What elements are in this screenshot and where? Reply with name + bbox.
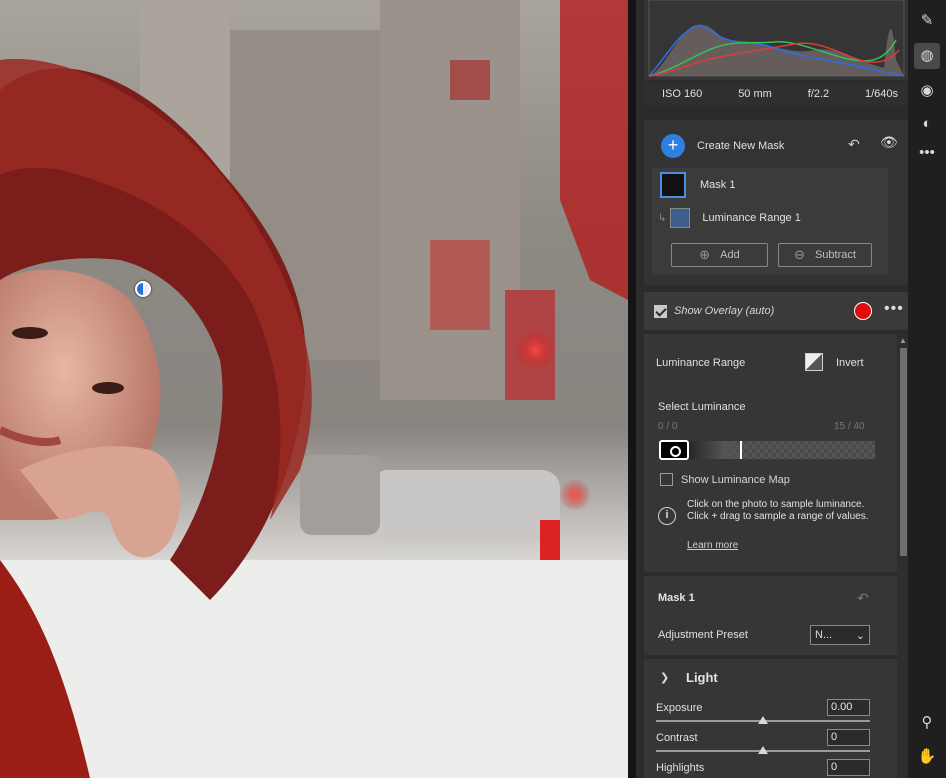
reset-icon[interactable]: ↶ [848, 136, 860, 153]
red-eye-icon[interactable]: ◉ [914, 78, 940, 104]
luminance-range-slider[interactable] [659, 440, 875, 460]
masking-icon[interactable]: ◍ [914, 43, 940, 69]
invert-label[interactable]: Invert [836, 357, 864, 369]
overlay-color-swatch[interactable] [854, 302, 872, 320]
highlights-label: Highlights [656, 762, 705, 774]
contrast-label: Contrast [656, 732, 698, 744]
show-overlay-label: Show Overlay (auto) [674, 305, 775, 317]
mask-thumbnail [660, 172, 686, 198]
exposure-label: Exposure [656, 702, 703, 714]
more-icon[interactable]: ••• [914, 140, 940, 166]
luminance-range-left-handle[interactable] [659, 440, 689, 460]
adjustment-preset-value: N... [815, 629, 833, 641]
subtract-button[interactable]: ⊖ Subtract [778, 243, 872, 267]
luminance-range-right-value: 15 / 40 [834, 421, 865, 432]
contrast-slider[interactable] [656, 746, 870, 754]
exif-focal-length: 50 mm [738, 88, 772, 100]
luminance-range-panel: Luminance Range Invert Select Luminance … [644, 334, 897, 572]
show-luminance-map-label: Show Luminance Map [681, 473, 790, 486]
right-panel: ISO 160 50 mm f/2.2 1/640s + Create New … [628, 0, 916, 778]
adjustment-preset-select[interactable]: N... ⌄ [810, 625, 870, 645]
hand-icon[interactable]: ✋ [914, 744, 940, 770]
sub-mask-arrow-icon: ↳ [658, 212, 667, 224]
histogram-graph [648, 0, 905, 77]
chevron-down-icon: ⌄ [855, 629, 865, 642]
mask-settings-panel: Mask 1 ↶ Adjustment Preset N... ⌄ [644, 576, 897, 655]
mask-item-label: Luminance Range 1 [702, 212, 801, 224]
presets-icon[interactable]: ◐ [914, 111, 940, 137]
luminance-range-left-value: 0 / 0 [658, 421, 678, 432]
show-overlay-checkbox[interactable] [654, 304, 667, 318]
exif-aperture: f/2.2 [807, 88, 830, 100]
luminance-range-title: Luminance Range [656, 357, 746, 369]
plus-icon: + [661, 134, 685, 158]
photo-canvas[interactable] [0, 0, 628, 778]
create-new-mask-button[interactable]: + Create New Mask [661, 134, 784, 158]
show-luminance-map-row[interactable]: Show Luminance Map [660, 473, 790, 486]
mask-item-mask-1[interactable]: Mask 1 [652, 170, 888, 200]
contrast-slider-thumb[interactable] [758, 746, 768, 754]
add-mask-icon: ⊕ [699, 247, 711, 262]
masks-panel: + Create New Mask ↶ 👁 Mask 1 ↳ Luminance… [644, 120, 916, 285]
select-luminance-label: Select Luminance [658, 401, 746, 413]
chevron-down-icon[interactable]: ❯ [660, 671, 669, 684]
subtract-mask-icon: ⊖ [794, 247, 805, 262]
overlay-bar: Show Overlay (auto) ••• [644, 292, 916, 330]
invert-icon[interactable] [805, 353, 823, 371]
create-new-mask-label: Create New Mask [697, 140, 785, 152]
luminance-info-text: Click on the photo to sample luminance. … [687, 499, 869, 522]
right-toolbar: ✎ ◍ ◉ ◐ ••• ⚲ ✋ [908, 0, 946, 778]
exif-shutter: 1/640s [865, 88, 899, 100]
light-panel: ❯ Light Exposure 0.00 Contrast 0 Highlig… [644, 659, 897, 778]
exposure-slider[interactable] [656, 716, 870, 724]
light-section-title[interactable]: Light [686, 670, 718, 685]
luminance-range-thumbnail [670, 208, 691, 228]
contrast-value-input[interactable]: 0 [827, 729, 870, 746]
exposure-slider-thumb[interactable] [758, 716, 768, 724]
luminance-range-right-handle[interactable] [740, 441, 742, 459]
scrollbar-thumb[interactable] [900, 348, 907, 556]
more-options-icon[interactable]: ••• [884, 300, 904, 318]
highlights-value-input[interactable]: 0 [827, 759, 870, 776]
subtract-button-label: Subtract [814, 249, 856, 261]
histogram [644, 0, 916, 80]
add-button-label: Add [720, 249, 740, 261]
mask-settings-title: Mask 1 [658, 592, 695, 604]
mask-item-label: Mask 1 [700, 179, 736, 191]
add-button[interactable]: ⊕ Add [671, 243, 768, 267]
zoom-icon[interactable]: ⚲ [914, 710, 940, 736]
exposure-value-input[interactable]: 0.00 [827, 699, 870, 716]
healing-icon[interactable]: ✎ [914, 8, 940, 34]
photo-image [0, 0, 628, 778]
info-icon: i [658, 507, 676, 525]
adjustment-preset-label: Adjustment Preset [658, 629, 748, 641]
luminance-sample-pin[interactable] [135, 281, 151, 297]
learn-more-link[interactable]: Learn more [687, 540, 738, 551]
show-luminance-map-checkbox[interactable] [660, 473, 673, 486]
reset-icon[interactable]: ↶ [857, 590, 869, 607]
exif-iso: ISO 160 [661, 88, 703, 100]
exif-bar: ISO 160 50 mm f/2.2 1/640s [644, 82, 916, 106]
eye-icon[interactable]: 👁 [880, 134, 898, 151]
scroll-up-arrow-icon[interactable]: ▲ [899, 336, 907, 345]
mask-item-luminance-range-1[interactable]: ↳ Luminance Range 1 [652, 203, 888, 233]
